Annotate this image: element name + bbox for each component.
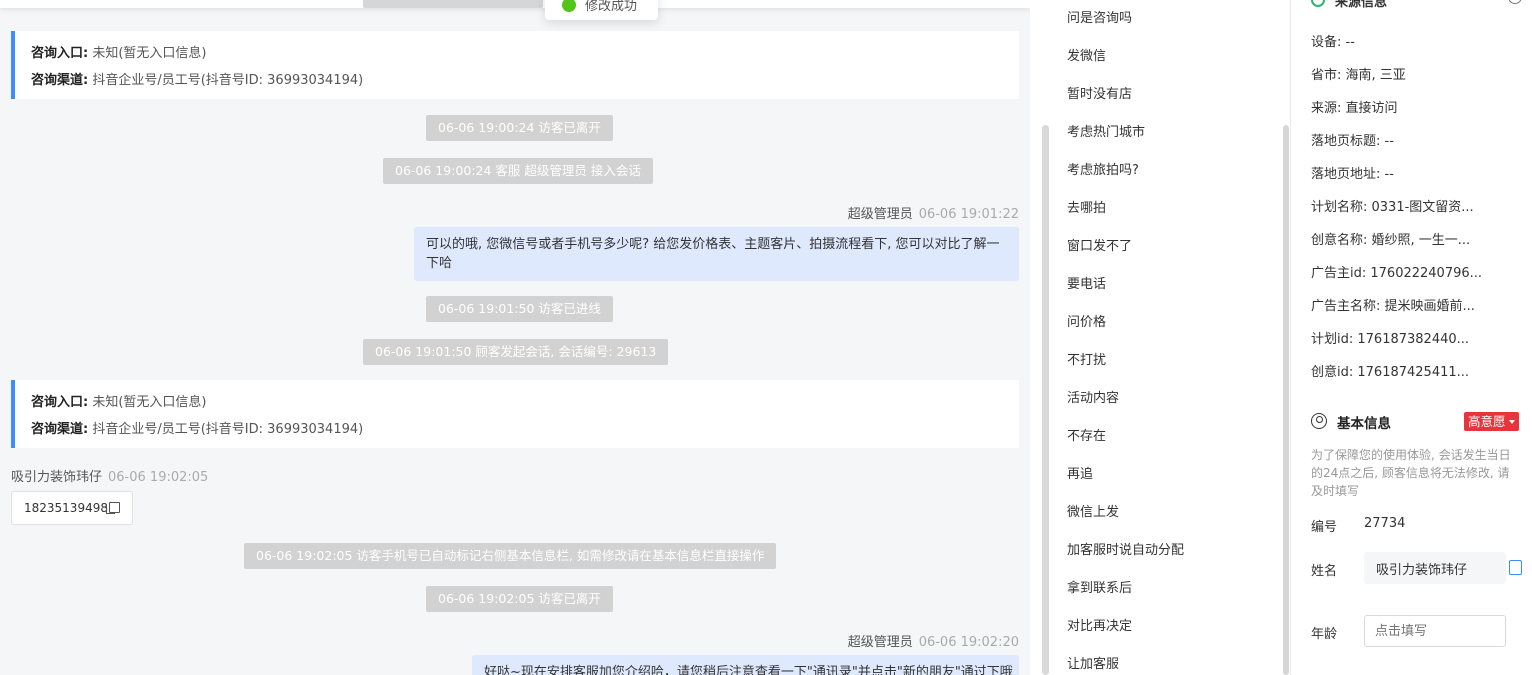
entry-label: 咨询入口:: [31, 395, 89, 410]
sender-name: 吸引力装饰玮仔: [11, 470, 103, 485]
source-plan-name: 计划名称: 0331-图文留资...: [1311, 200, 1474, 215]
channel-value: 抖音企业号/员工号(抖音号ID: 36993034194): [92, 73, 364, 88]
quick-reply-item[interactable]: 对比再决定: [1067, 615, 1132, 634]
channel-label: 咨询渠道:: [31, 422, 89, 437]
system-message: 06-06 19:01:50 访客已进线: [426, 296, 613, 322]
source-creative-id: 创意id: 176187425411...: [1311, 365, 1470, 380]
intent-level-dropdown[interactable]: 高意愿: [1464, 412, 1519, 431]
basic-info-title: 基本信息: [1337, 416, 1391, 432]
source-landing-url: 落地页地址: --: [1311, 167, 1394, 182]
message-time: 06-06 19:01:22: [918, 207, 1019, 222]
quick-reply-item[interactable]: 问是咨询吗: [1067, 7, 1132, 26]
entry-value: 未知(暂无入口信息): [92, 46, 207, 61]
quick-reply-item[interactable]: 要电话: [1067, 273, 1106, 292]
channel-row: 咨询渠道: 抖音企业号/员工号(抖音号ID: 36993034194): [31, 69, 363, 88]
copy-icon[interactable]: [105, 502, 120, 514]
system-message: 06-06 19:00:24 客服 超级管理员 接入会话: [383, 158, 653, 184]
entry-label: 咨询入口:: [31, 46, 89, 61]
entry-row: 咨询入口: 未知(暂无入口信息): [31, 42, 207, 61]
visitor-message-bubble[interactable]: 18235139498: [11, 491, 133, 525]
system-message-partial: [363, 0, 543, 8]
message-meta: 吸引力装饰玮仔 06-06 19:02:05: [11, 466, 208, 485]
message-meta: 超级管理员 06-06 19:02:20: [848, 631, 1019, 650]
system-message: 06-06 19:01:50 顾客发起会话, 会话编号: 29613: [363, 339, 669, 365]
quick-reply-item[interactable]: 再追: [1067, 463, 1093, 482]
quick-reply-item[interactable]: 暂时没有店: [1067, 83, 1132, 102]
check-circle-icon: [562, 0, 576, 12]
toast-text: 修改成功: [585, 0, 638, 14]
quick-reply-item[interactable]: 窗口发不了: [1067, 235, 1132, 254]
quick-reply-item[interactable]: 发微信: [1067, 45, 1106, 64]
source-plan-id: 计划id: 176187382440...: [1311, 332, 1470, 347]
phone-number-text: 18235139498: [24, 501, 108, 515]
channel-label: 咨询渠道:: [31, 73, 89, 88]
channel-row: 咨询渠道: 抖音企业号/员工号(抖音号ID: 36993034194): [31, 418, 363, 437]
entry-row: 咨询入口: 未知(暂无入口信息): [31, 391, 207, 410]
document-icon[interactable]: [1509, 560, 1522, 575]
quick-reply-item[interactable]: 不打扰: [1067, 349, 1106, 368]
chat-top-edge: [0, 0, 1030, 8]
quick-reply-item[interactable]: 去哪拍: [1067, 197, 1106, 216]
source-advertiser-name: 广告主名称: 提米映画婚前...: [1311, 299, 1475, 314]
sender-name: 超级管理员: [847, 635, 913, 650]
settings-icon[interactable]: [1508, 0, 1522, 4]
chat-scrollbar[interactable]: [1042, 125, 1049, 675]
quick-reply-item[interactable]: 微信上发: [1067, 501, 1119, 520]
agent-message-bubble: 好哒~现在安排客服加您介绍哈，请您稍后注意查看一下"通讯录"并点击"新的朋友"通…: [472, 655, 1019, 675]
consult-info-card: 咨询入口: 未知(暂无入口信息) 咨询渠道: 抖音企业号/员工号(抖音号ID: …: [11, 31, 1019, 99]
message-meta: 超级管理员 06-06 19:01:22: [848, 203, 1019, 222]
source-city: 省市: 海南, 三亚: [1311, 68, 1406, 83]
customer-info-panel: 来源信息 设备: -- 省市: 海南, 三亚 来源: 直接访问 落地页标题: -…: [1291, 0, 1532, 675]
system-message: 06-06 19:02:05 访客手机号已自动标记右侧基本信息栏, 如需修改请在…: [244, 543, 777, 569]
agent-message-bubble: 可以的哦, 您微信号或者手机号多少呢? 给您发价格表、主题客片、拍摄流程看下, …: [414, 227, 1019, 281]
quick-reply-item[interactable]: 问价格: [1067, 311, 1106, 330]
quick-reply-item[interactable]: 不存在: [1067, 425, 1106, 444]
quick-reply-list: 问是咨询吗 发微信 暂时没有店 考虑热门城市 考虑旅拍吗? 去哪拍 窗口发不了 …: [1052, 0, 1284, 675]
entry-value: 未知(暂无入口信息): [92, 395, 207, 410]
source-landing-title: 落地页标题: --: [1311, 134, 1394, 149]
quick-reply-item[interactable]: 考虑旅拍吗?: [1067, 159, 1139, 178]
source-origin: 来源: 直接访问: [1311, 101, 1398, 116]
message-time: 06-06 19:02:20: [918, 635, 1019, 650]
success-toast: 修改成功: [545, 0, 658, 20]
id-label: 编号: [1311, 520, 1338, 535]
intent-level-label: 高意愿: [1468, 414, 1506, 429]
sender-name: 超级管理员: [847, 207, 913, 222]
shield-icon: [1311, 0, 1325, 7]
caret-down-icon: [1508, 420, 1515, 424]
name-field[interactable]: 吸引力装饰玮仔: [1364, 552, 1506, 584]
basic-info-note: 为了保障您的使用体验, 会话发生当日的24点之后, 顾客信息将无法修改, 请及时…: [1311, 448, 1511, 498]
system-message: 06-06 19:00:24 访客已离开: [426, 115, 613, 141]
source-device: 设备: --: [1311, 35, 1355, 50]
system-message: 06-06 19:02:05 访客已离开: [426, 586, 613, 612]
source-info-title: 来源信息: [1335, 0, 1388, 10]
quick-reply-item[interactable]: 考虑热门城市: [1067, 121, 1145, 140]
quick-reply-item[interactable]: 活动内容: [1067, 387, 1119, 406]
quick-reply-item[interactable]: 加客服时说自动分配: [1067, 539, 1184, 558]
quick-reply-item[interactable]: 拿到联系后: [1067, 577, 1132, 596]
user-circle-icon: [1311, 413, 1327, 429]
age-label: 年龄: [1311, 627, 1338, 642]
age-input[interactable]: [1364, 615, 1506, 647]
message-time: 06-06 19:02:05: [108, 470, 209, 485]
chat-panel: 修改成功 咨询入口: 未知(暂无入口信息) 咨询渠道: 抖音企业号/员工号(抖音…: [0, 0, 1030, 675]
source-advertiser-id: 广告主id: 176022240796...: [1311, 266, 1483, 281]
id-value: 27734: [1364, 516, 1406, 531]
source-creative-name: 创意名称: 婚纱照, 一生一...: [1311, 233, 1471, 248]
quick-reply-item[interactable]: 让加客服: [1067, 653, 1119, 672]
quick-reply-scrollbar[interactable]: [1283, 125, 1289, 675]
channel-value: 抖音企业号/员工号(抖音号ID: 36993034194): [92, 422, 364, 437]
name-label: 姓名: [1311, 564, 1338, 579]
consult-info-card: 咨询入口: 未知(暂无入口信息) 咨询渠道: 抖音企业号/员工号(抖音号ID: …: [11, 380, 1019, 448]
